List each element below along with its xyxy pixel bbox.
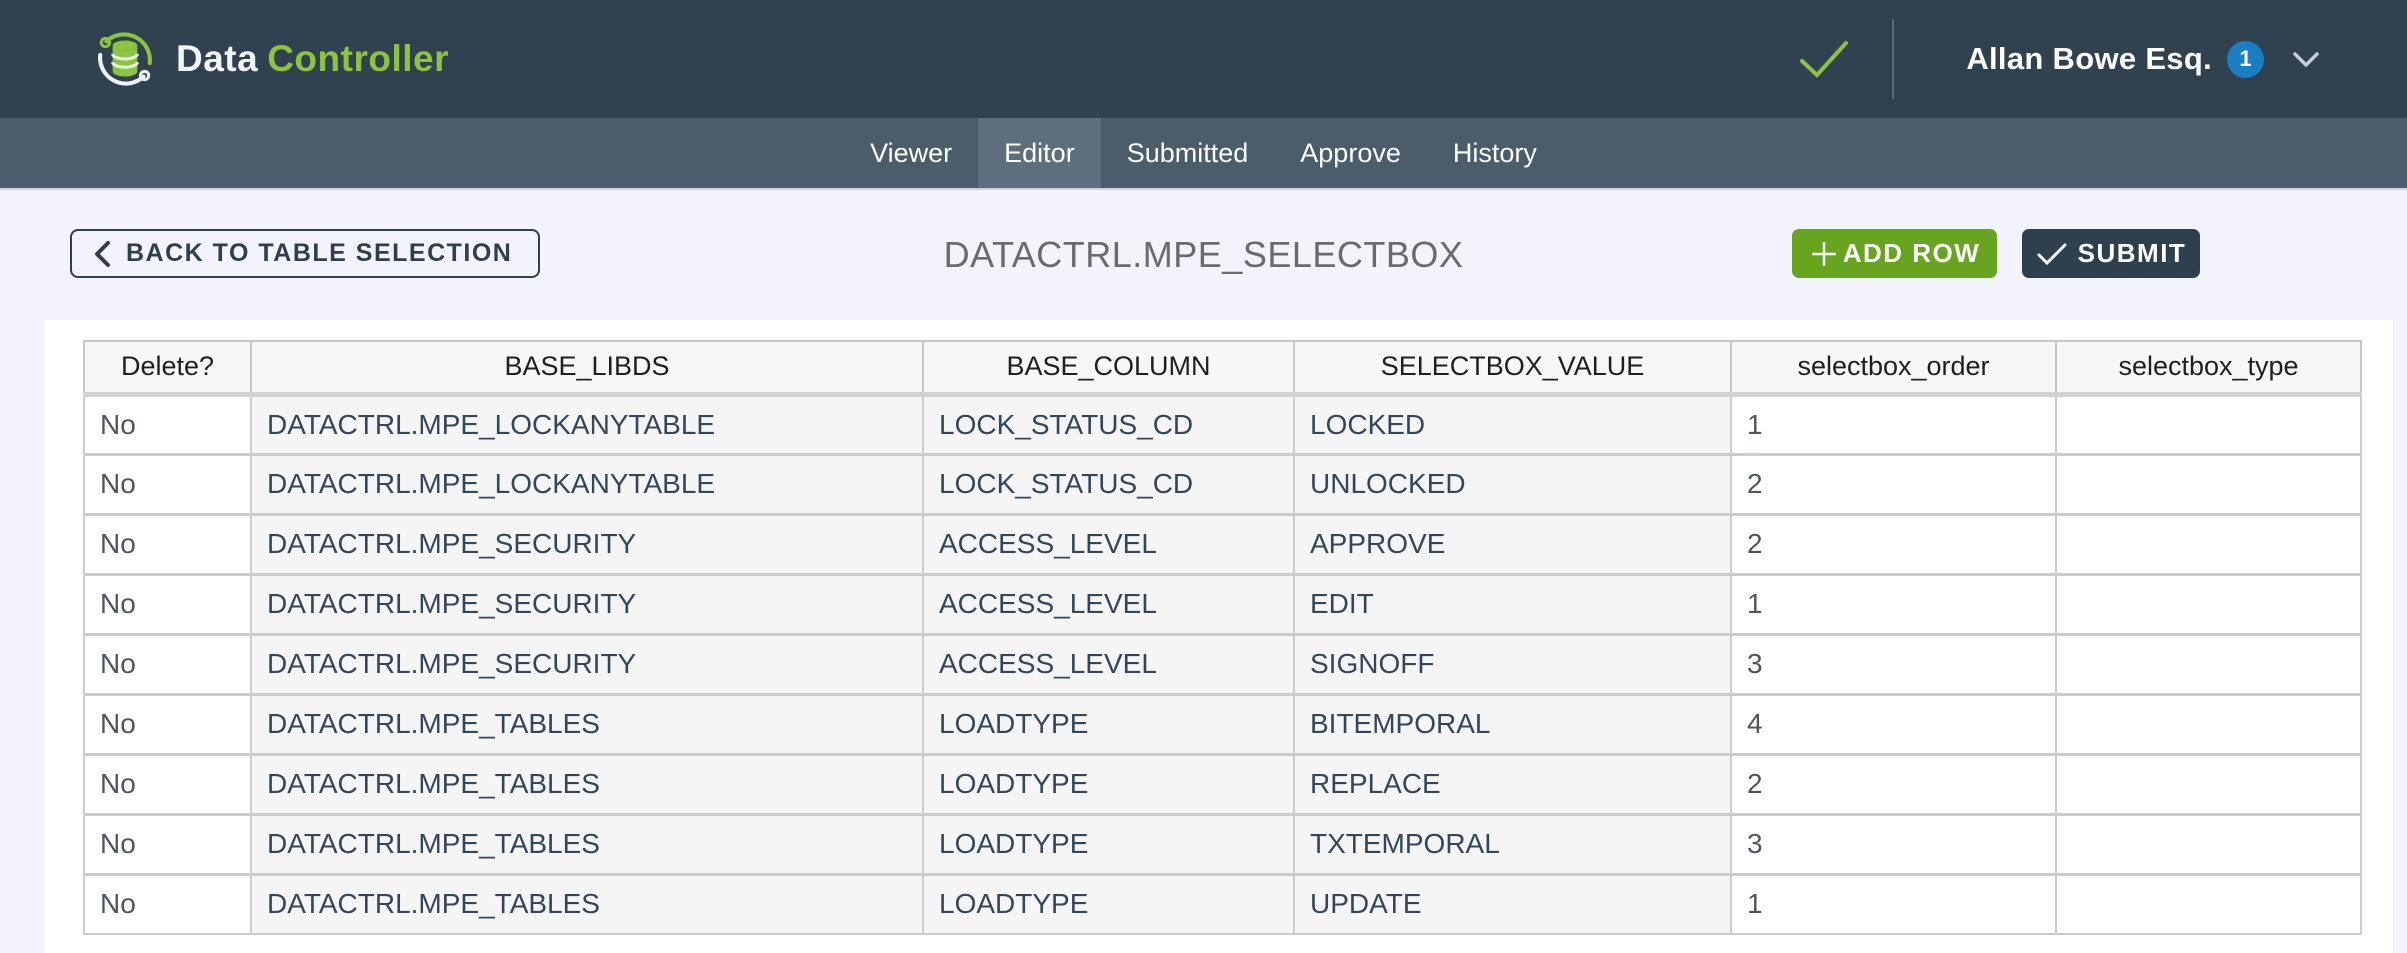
cell-selectbox-order[interactable]: 2 (1731, 454, 2056, 514)
cell-selectbox-order[interactable]: 1 (1731, 394, 2056, 454)
cell-base-libds[interactable]: DATACTRL.MPE_LOCKANYTABLE (251, 454, 923, 514)
tab-viewer[interactable]: Viewer (844, 118, 978, 188)
table-row: NoDATACTRL.MPE_TABLESLOADTYPEREPLACE2 (84, 754, 2361, 814)
app-title: DataController (176, 38, 449, 80)
cell-selectbox-value[interactable]: LOCKED (1294, 394, 1731, 454)
column-header-delete[interactable]: Delete? (84, 341, 251, 394)
cell-selectbox-order[interactable]: 3 (1731, 634, 2056, 694)
tab-editor[interactable]: Editor (978, 118, 1101, 188)
cell-delete[interactable]: No (84, 394, 251, 454)
table-row: NoDATACTRL.MPE_LOCKANYTABLELOCK_STATUS_C… (84, 454, 2361, 514)
cell-base-libds[interactable]: DATACTRL.MPE_LOCKANYTABLE (251, 394, 923, 454)
cell-selectbox-value[interactable]: UNLOCKED (1294, 454, 1731, 514)
cell-base-libds[interactable]: DATACTRL.MPE_TABLES (251, 814, 923, 874)
cell-selectbox-type[interactable] (2056, 874, 2361, 934)
cell-delete[interactable]: No (84, 874, 251, 934)
cell-selectbox-type[interactable] (2056, 514, 2361, 574)
cell-selectbox-type[interactable] (2056, 814, 2361, 874)
tab-submitted[interactable]: Submitted (1101, 118, 1275, 188)
cell-base-libds[interactable]: DATACTRL.MPE_TABLES (251, 694, 923, 754)
cell-base-column[interactable]: LOADTYPE (923, 814, 1294, 874)
cell-selectbox-value[interactable]: SIGNOFF (1294, 634, 1731, 694)
cell-selectbox-type[interactable] (2056, 754, 2361, 814)
cell-delete[interactable]: No (84, 814, 251, 874)
cell-selectbox-order[interactable]: 1 (1731, 574, 2056, 634)
column-header-selectbox-order[interactable]: selectbox_order (1731, 341, 2056, 394)
chevron-down-icon (2292, 51, 2320, 68)
editor-grid: Delete? BASE_LIBDS BASE_COLUMN SELECTBOX… (83, 340, 2362, 935)
cell-delete[interactable]: No (84, 754, 251, 814)
table-row: NoDATACTRL.MPE_SECURITYACCESS_LEVELEDIT1 (84, 574, 2361, 634)
main-nav: Viewer Editor Submitted Approve History (0, 118, 2407, 190)
table-row: NoDATACTRL.MPE_SECURITYACCESS_LEVELAPPRO… (84, 514, 2361, 574)
cell-base-column[interactable]: LOCK_STATUS_CD (923, 454, 1294, 514)
cell-delete[interactable]: No (84, 514, 251, 574)
cell-selectbox-value[interactable]: EDIT (1294, 574, 1731, 634)
user-menu-chevron[interactable] (2292, 51, 2320, 68)
cell-delete[interactable]: No (84, 574, 251, 634)
submit-button[interactable]: SUBMIT (2022, 229, 2200, 278)
cell-selectbox-order[interactable]: 1 (1731, 874, 2056, 934)
check-icon[interactable] (1798, 39, 1850, 79)
app-logo[interactable]: DataController (92, 26, 449, 92)
cell-selectbox-type[interactable] (2056, 634, 2361, 694)
cell-selectbox-order[interactable]: 2 (1731, 754, 2056, 814)
cell-selectbox-order[interactable]: 4 (1731, 694, 2056, 754)
table-row: NoDATACTRL.MPE_TABLESLOADTYPEBITEMPORAL4 (84, 694, 2361, 754)
cell-selectbox-type[interactable] (2056, 694, 2361, 754)
cell-delete[interactable]: No (84, 634, 251, 694)
cell-base-libds[interactable]: DATACTRL.MPE_SECURITY (251, 574, 923, 634)
cell-base-libds[interactable]: DATACTRL.MPE_TABLES (251, 874, 923, 934)
table-row: NoDATACTRL.MPE_LOCKANYTABLELOCK_STATUS_C… (84, 394, 2361, 454)
app-header: DataController Allan Bowe Esq. 1 (0, 0, 2407, 118)
cell-selectbox-type[interactable] (2056, 394, 2361, 454)
content-panel: Delete? BASE_LIBDS BASE_COLUMN SELECTBOX… (45, 320, 2393, 953)
column-header-base-libds[interactable]: BASE_LIBDS (251, 341, 923, 394)
notification-badge[interactable]: 1 (2227, 41, 2264, 78)
cell-selectbox-value[interactable]: REPLACE (1294, 754, 1731, 814)
cell-selectbox-order[interactable]: 3 (1731, 814, 2056, 874)
add-row-button[interactable]: ADD ROW (1792, 229, 1997, 278)
table-row: NoDATACTRL.MPE_SECURITYACCESS_LEVELSIGNO… (84, 634, 2361, 694)
cell-delete[interactable]: No (84, 694, 251, 754)
cell-base-libds[interactable]: DATACTRL.MPE_TABLES (251, 754, 923, 814)
editor-toolbar: BACK TO TABLE SELECTION DATACTRL.MPE_SEL… (0, 192, 2407, 320)
cell-selectbox-value[interactable]: UPDATE (1294, 874, 1731, 934)
cell-base-column[interactable]: LOADTYPE (923, 754, 1294, 814)
cell-base-column[interactable]: ACCESS_LEVEL (923, 634, 1294, 694)
cell-base-libds[interactable]: DATACTRL.MPE_SECURITY (251, 514, 923, 574)
check-icon (2036, 242, 2068, 266)
cell-selectbox-value[interactable]: TXTEMPORAL (1294, 814, 1731, 874)
cell-selectbox-order[interactable]: 2 (1731, 514, 2056, 574)
column-header-base-column[interactable]: BASE_COLUMN (923, 341, 1294, 394)
cell-base-column[interactable]: ACCESS_LEVEL (923, 514, 1294, 574)
grid-header-row: Delete? BASE_LIBDS BASE_COLUMN SELECTBOX… (84, 341, 2361, 394)
database-logo-icon (92, 26, 158, 92)
cell-base-libds[interactable]: DATACTRL.MPE_SECURITY (251, 634, 923, 694)
cell-base-column[interactable]: LOADTYPE (923, 694, 1294, 754)
tab-history[interactable]: History (1427, 118, 1563, 188)
cell-base-column[interactable]: LOCK_STATUS_CD (923, 394, 1294, 454)
cell-base-column[interactable]: ACCESS_LEVEL (923, 574, 1294, 634)
table-row: NoDATACTRL.MPE_TABLESLOADTYPETXTEMPORAL3 (84, 814, 2361, 874)
column-header-selectbox-type[interactable]: selectbox_type (2056, 341, 2361, 394)
plus-icon (1809, 239, 1839, 269)
column-header-selectbox-value[interactable]: SELECTBOX_VALUE (1294, 341, 1731, 394)
table-row: NoDATACTRL.MPE_TABLESLOADTYPEUPDATE1 (84, 874, 2361, 934)
cell-selectbox-value[interactable]: APPROVE (1294, 514, 1731, 574)
header-divider (1892, 19, 1894, 99)
cell-base-column[interactable]: LOADTYPE (923, 874, 1294, 934)
tab-approve[interactable]: Approve (1274, 118, 1427, 188)
cell-selectbox-value[interactable]: BITEMPORAL (1294, 694, 1731, 754)
cell-selectbox-type[interactable] (2056, 454, 2361, 514)
cell-selectbox-type[interactable] (2056, 574, 2361, 634)
cell-delete[interactable]: No (84, 454, 251, 514)
user-name[interactable]: Allan Bowe Esq. (1966, 41, 2212, 77)
